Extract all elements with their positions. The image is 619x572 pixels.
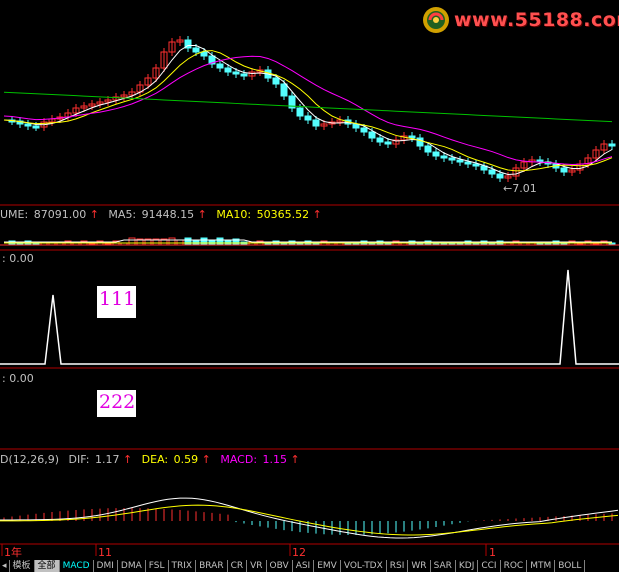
tab-vr[interactable]: VR — [247, 560, 267, 572]
candle-body — [488, 169, 496, 175]
candle-body — [280, 83, 288, 97]
candle-body — [376, 137, 384, 143]
watermark-logo: www.55188.com — [420, 4, 619, 36]
candle-body — [32, 125, 40, 129]
tab-dmi[interactable]: DMI — [94, 560, 118, 572]
tab-obv[interactable]: OBV — [267, 560, 293, 572]
chart-canvas: ←7.01 UME: 87091.00 ↑ MA5: 91448.15 ↑ MA… — [0, 36, 619, 559]
volume-bar — [128, 237, 136, 246]
tab-模板[interactable]: 模板 — [10, 560, 35, 572]
volume-bar — [200, 237, 208, 246]
candle-body — [232, 71, 240, 75]
candle-body — [272, 77, 280, 85]
candle-body — [384, 141, 392, 145]
low-price-label: ←7.01 — [503, 182, 537, 195]
time-label: 12 — [292, 546, 306, 559]
tab-cci[interactable]: CCI — [478, 560, 501, 572]
candle-body — [24, 123, 32, 127]
tab-全部[interactable]: 全部 — [34, 560, 60, 572]
candle-body — [440, 155, 448, 159]
tab-boll[interactable]: BOLL — [555, 560, 586, 572]
time-label: 1 — [489, 546, 496, 559]
tab-wr[interactable]: WR — [408, 560, 431, 572]
candle-body — [424, 145, 432, 153]
indicator2-value: : 0.00 — [2, 372, 34, 385]
indicator1-line — [0, 269, 619, 365]
tab-asi[interactable]: ASI — [293, 560, 315, 572]
indicator2-label-box: 222 — [97, 390, 136, 417]
indicator2-label-text: 222 — [99, 391, 136, 413]
tab-mtm[interactable]: MTM — [527, 560, 556, 572]
volume-bar — [216, 237, 224, 246]
volume-bar — [168, 237, 176, 246]
tab-vol-tdx[interactable]: VOL-TDX — [341, 560, 387, 572]
tab-brar[interactable]: BRAR — [196, 560, 228, 572]
time-axis: 1年 11 12 1 — [1, 544, 496, 559]
volume-panel — [4, 237, 616, 246]
candle-body — [216, 63, 224, 69]
price-panel — [3, 36, 616, 182]
candle-body — [368, 131, 376, 139]
macd-legend: D(12,26,9) DIF: 1.17 ↑ DEA: 0.59 ↑ MACD:… — [0, 453, 300, 466]
time-label: 1年 — [4, 545, 22, 559]
candle-body — [200, 51, 208, 57]
candle-body — [240, 73, 248, 77]
tab-roc[interactable]: ROC — [501, 560, 528, 572]
candle-body — [456, 159, 464, 163]
candle-body — [416, 137, 424, 147]
watermark-text: www.55188.com — [454, 9, 619, 31]
time-label: 11 — [98, 546, 112, 559]
candle-body — [464, 161, 472, 165]
tab-trix[interactable]: TRIX — [169, 560, 197, 572]
tab-fsl[interactable]: FSL — [146, 560, 169, 572]
candle-body — [448, 157, 456, 161]
tab-macd[interactable]: MACD — [60, 560, 94, 572]
tab-sar[interactable]: SAR — [431, 560, 456, 572]
candle-body — [472, 163, 480, 167]
candle-body — [432, 151, 440, 157]
candle-body — [608, 143, 616, 147]
ma5-line — [3, 45, 613, 176]
candle-body — [224, 67, 232, 73]
indicator1-value: : 0.00 — [2, 252, 34, 265]
ma10-line — [3, 50, 613, 172]
macd-panel — [0, 497, 619, 539]
tab-scroll-left[interactable]: ◂ — [0, 560, 10, 572]
candle-body — [360, 127, 368, 133]
candle-body — [312, 119, 320, 127]
indicator-tab-bar: ◂ 模板 全部 MACD DMI DMA FSL TRIX BRAR CR VR OBV ASI EMV… — [0, 560, 619, 572]
candle-body — [560, 167, 568, 173]
candle-body — [496, 173, 504, 179]
tab-kdj[interactable]: KDJ — [456, 560, 479, 572]
indicator1-label-box: 111 — [97, 286, 136, 318]
indicator1-panel — [0, 269, 619, 365]
tab-cr[interactable]: CR — [228, 560, 248, 572]
tab-dma[interactable]: DMA — [118, 560, 146, 572]
candle-body — [296, 107, 304, 117]
candle-body — [192, 47, 200, 53]
indicator1-label-text: 111 — [99, 288, 136, 310]
volume-bar — [184, 237, 192, 246]
tab-emv[interactable]: EMV — [314, 560, 341, 572]
volume-legend: UME: 87091.00 ↑ MA5: 91448.15 ↑ MA10: 50… — [0, 208, 322, 221]
candle-body — [304, 115, 312, 121]
tab-rsi[interactable]: RSI — [387, 560, 409, 572]
macd-dea-line — [0, 504, 619, 536]
